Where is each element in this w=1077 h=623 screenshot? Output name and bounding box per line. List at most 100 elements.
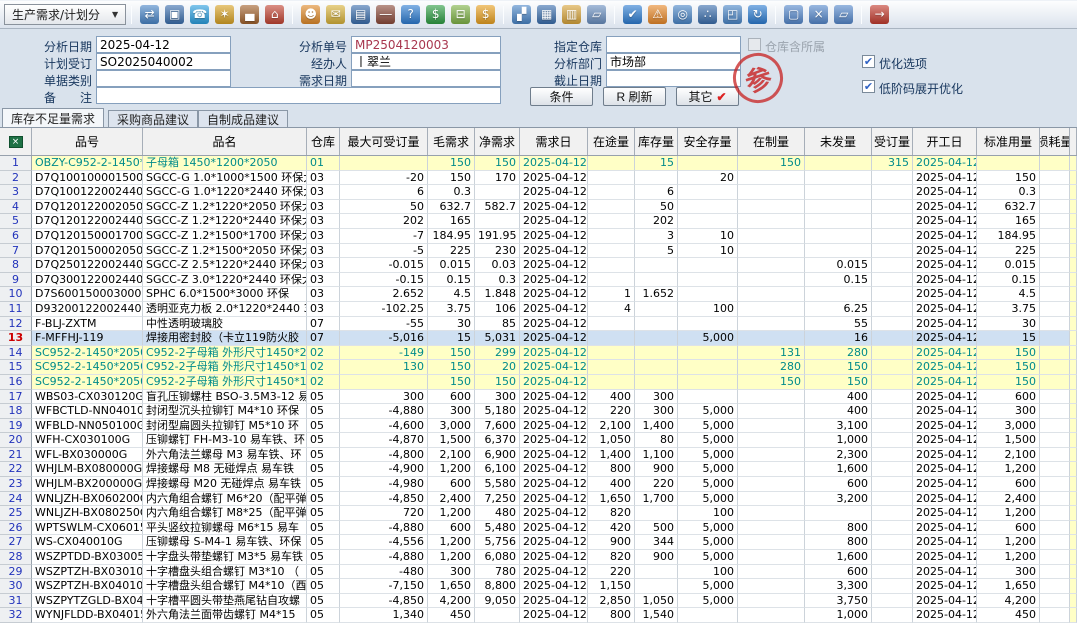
grid-cell[interactable]: 600: [428, 521, 475, 536]
grid-cell[interactable]: 压铆螺母 S-M4-1 易车铁、环保: [143, 535, 307, 550]
grid-cell[interactable]: 5,000: [678, 477, 738, 492]
grid-cell[interactable]: SGCC-Z 1.2*1500*1700 环保大: [143, 229, 307, 244]
grid-cell[interactable]: [588, 214, 635, 229]
grid-cell[interactable]: 220: [588, 565, 635, 580]
grid-cell[interactable]: [1040, 608, 1070, 623]
grid-cell[interactable]: 2025-04-12: [913, 331, 977, 346]
grid-cell[interactable]: 2025-04-12: [913, 448, 977, 463]
grid-cell[interactable]: F-MFFHJ-119: [32, 331, 143, 346]
grid-cell[interactable]: 300: [428, 565, 475, 580]
grid-cell[interactable]: [872, 273, 913, 288]
grid-cell[interactable]: 05: [307, 506, 340, 521]
other-button[interactable]: 其它 ✔: [676, 87, 739, 106]
grid-cell[interactable]: [678, 273, 738, 288]
grid-cell[interactable]: 1,050: [588, 433, 635, 448]
grid-cell[interactable]: 1,700: [635, 492, 678, 507]
grid-cell[interactable]: D7Q1001000015000G: [32, 171, 143, 186]
table-row[interactable]: 29WSZPTZH-BX030100G十字槽盘头组合螺钉 M3*10 （05-4…: [0, 565, 1077, 580]
grid-cell[interactable]: C952-2子母箱 外形尺寸1450*2: [143, 346, 307, 361]
grid-cell[interactable]: 02: [307, 360, 340, 375]
grid-cell[interactable]: [805, 171, 872, 186]
grid-cell[interactable]: 80: [635, 433, 678, 448]
grid-cell[interactable]: -55: [340, 317, 428, 332]
grid-cell[interactable]: 封闭型沉头拉铆钉 M4*10 环保: [143, 404, 307, 419]
grid-cell[interactable]: 400: [588, 477, 635, 492]
grid-cell[interactable]: 2025-04-12: [520, 200, 588, 215]
grid-cell[interactable]: 15: [977, 331, 1040, 346]
grid-cell[interactable]: 2025-04-12: [913, 287, 977, 302]
column-header-13[interactable]: 开工日: [913, 128, 977, 155]
grid-cell[interactable]: 900: [635, 550, 678, 565]
grid-cell[interactable]: 2025-04-12: [520, 287, 588, 302]
grid-cell[interactable]: [588, 273, 635, 288]
grid-cell[interactable]: 5,000: [678, 521, 738, 536]
grid-cell[interactable]: 1,650: [588, 492, 635, 507]
grid-cell[interactable]: 6,080: [475, 550, 520, 565]
grid-cell[interactable]: 800: [588, 608, 635, 623]
grid-cell[interactable]: 焊接用密封胶（卡立119防火胶: [143, 331, 307, 346]
grid-cell[interactable]: 225: [977, 244, 1040, 259]
grid-cell[interactable]: 2025-04-12: [520, 521, 588, 536]
grid-cell[interactable]: [1040, 565, 1070, 580]
grid-cell[interactable]: [738, 462, 805, 477]
grid-cell[interactable]: [588, 258, 635, 273]
remote-monitor-icon[interactable]: ◰: [723, 5, 742, 24]
grid-cell[interactable]: 2025-04-12: [913, 244, 977, 259]
users-icon[interactable]: ☻: [301, 5, 320, 24]
grid-cell[interactable]: WBS03-CX030120G: [32, 390, 143, 405]
grid-cell[interactable]: [872, 360, 913, 375]
row-number-cell[interactable]: 14: [0, 346, 32, 361]
row-number-cell[interactable]: 16: [0, 375, 32, 390]
grid-cell[interactable]: [588, 171, 635, 186]
grid-cell[interactable]: 400: [805, 404, 872, 419]
grid-cell[interactable]: [872, 462, 913, 477]
grid-cell[interactable]: [678, 390, 738, 405]
condition-button[interactable]: 条件: [530, 87, 593, 106]
grid-cell[interactable]: 1,000: [805, 433, 872, 448]
grid-cell[interactable]: 2025-04-12: [913, 521, 977, 536]
row-number-cell[interactable]: 28: [0, 550, 32, 565]
grid-cell[interactable]: 1,150: [588, 579, 635, 594]
grid-cell[interactable]: [805, 287, 872, 302]
grid-cell[interactable]: 2025-04-12: [913, 390, 977, 405]
grid-cell[interactable]: [635, 302, 678, 317]
grid-cell[interactable]: 820: [588, 550, 635, 565]
grid-cell[interactable]: D7Q1201220024400G: [32, 214, 143, 229]
grid-cell[interactable]: 2025-04-12: [520, 594, 588, 609]
grid-cell[interactable]: 2025-04-12: [913, 214, 977, 229]
row-number-cell[interactable]: 25: [0, 506, 32, 521]
grid-cell[interactable]: 220: [635, 477, 678, 492]
grid-cell[interactable]: [635, 565, 678, 580]
grid-cell[interactable]: [738, 594, 805, 609]
grid-cell[interactable]: 5,000: [678, 462, 738, 477]
grid-cell[interactable]: 15: [428, 331, 475, 346]
grid-cell[interactable]: -4,880: [340, 404, 428, 419]
grid-cell[interactable]: 4.5: [977, 287, 1040, 302]
grid-cell[interactable]: 2025-04-12: [913, 492, 977, 507]
grid-cell[interactable]: -5: [340, 244, 428, 259]
grid-cell[interactable]: [738, 287, 805, 302]
grid-cell[interactable]: [805, 506, 872, 521]
grid-cell[interactable]: 1,200: [977, 535, 1040, 550]
grid-cell[interactable]: 焊接螺母 M20 无碰焊点 易车铁: [143, 477, 307, 492]
grid-cell[interactable]: 100: [678, 506, 738, 521]
grid-cell[interactable]: 150: [475, 156, 520, 171]
grid-cell[interactable]: [1040, 287, 1070, 302]
table-row[interactable]: 20WFH-CX030100G压铆螺钉 FH-M3-10 易车铁、环05-4,8…: [0, 433, 1077, 448]
grid-cell[interactable]: -4,980: [340, 477, 428, 492]
grid-cell[interactable]: 05: [307, 433, 340, 448]
grid-cell[interactable]: 平头竖纹拉铆螺母 M6*15 易车: [143, 521, 307, 536]
grid-cell[interactable]: 2,850: [588, 594, 635, 609]
grid-cell[interactable]: [1040, 419, 1070, 434]
grid-cell[interactable]: 05: [307, 535, 340, 550]
row-number-cell[interactable]: 20: [0, 433, 32, 448]
grid-cell[interactable]: 299: [475, 346, 520, 361]
grid-cell[interactable]: 3: [635, 229, 678, 244]
grid-cell[interactable]: -149: [340, 346, 428, 361]
grid-cell[interactable]: 300: [635, 390, 678, 405]
grid-cell[interactable]: [588, 331, 635, 346]
grid-cell[interactable]: 7,600: [475, 419, 520, 434]
grid-cell[interactable]: [635, 346, 678, 361]
grid-cell[interactable]: 内六角组合螺钉 M6*20（配平弹: [143, 492, 307, 507]
grid-cell[interactable]: [678, 156, 738, 171]
